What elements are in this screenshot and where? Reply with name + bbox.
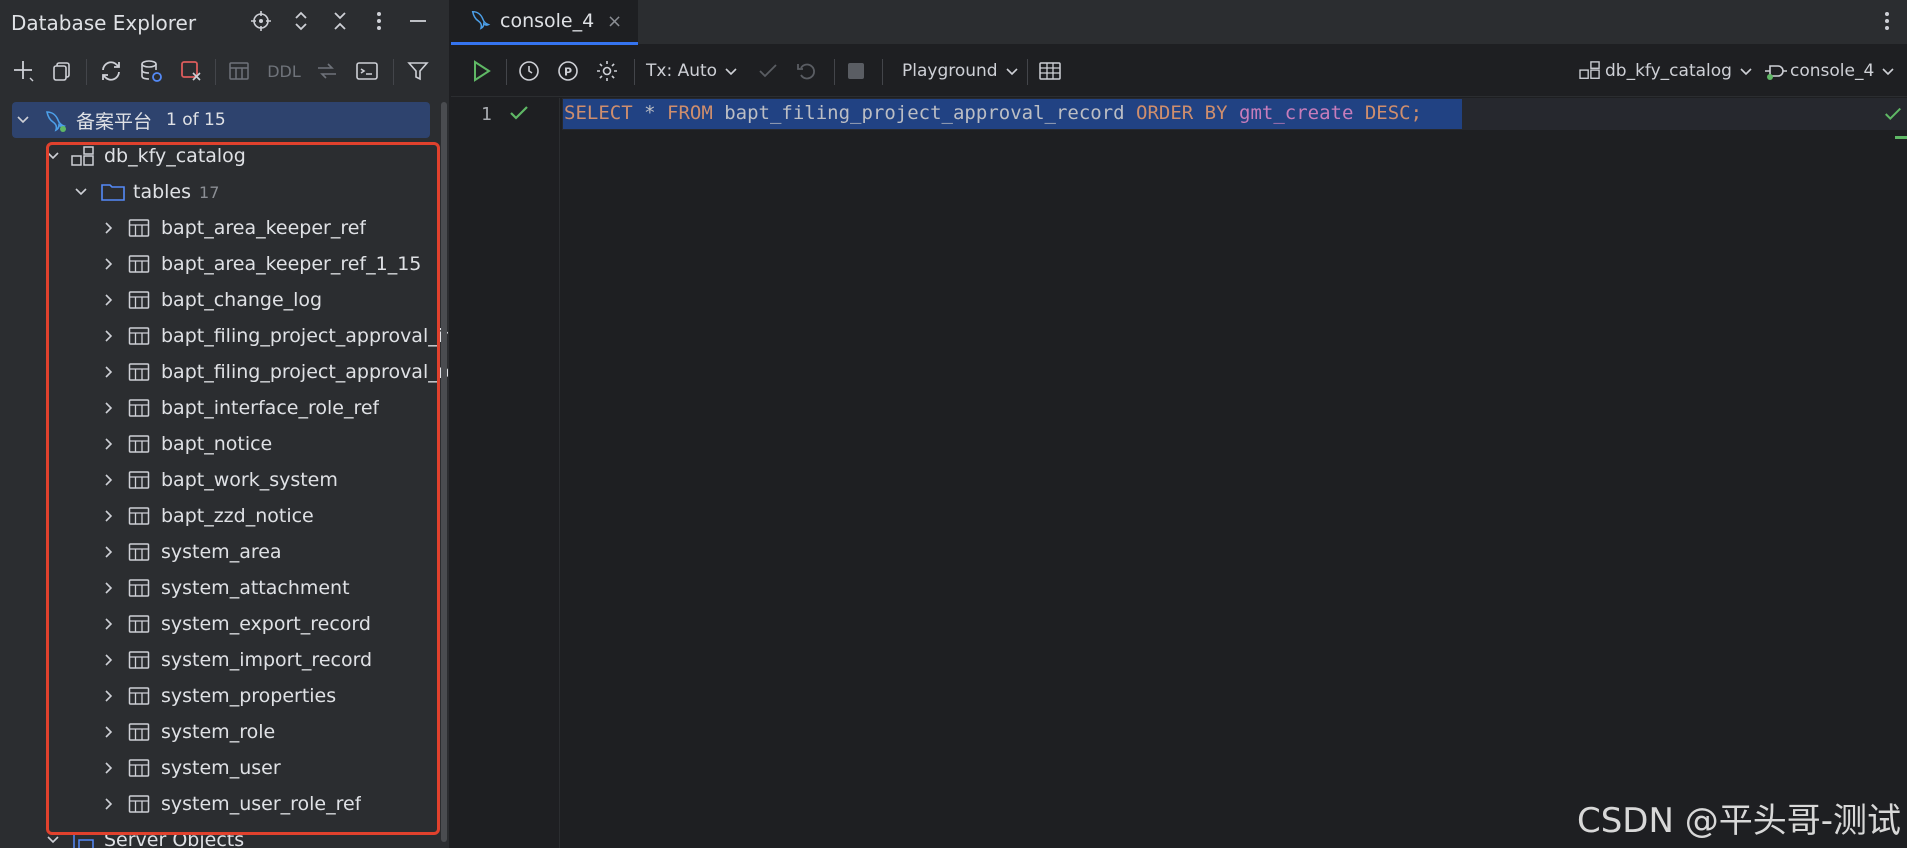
settings-gear-icon[interactable]: [595, 56, 619, 86]
more-options-icon[interactable]: [364, 6, 394, 36]
chevron-down-icon: [1740, 68, 1752, 76]
rollback-icon[interactable]: [796, 56, 818, 86]
collapse-all-icon[interactable]: [325, 6, 355, 36]
tab-label: console_4: [500, 10, 595, 32]
transaction-mode-label: Tx: Auto: [646, 61, 718, 81]
refresh-icon[interactable]: [96, 56, 126, 86]
data-source-badge: 1 of 15: [166, 110, 226, 130]
tree-scrollbar[interactable]: [441, 102, 447, 842]
sql-editor[interactable]: 1 SELECT * FROM bapt_filing_project_appr…: [451, 98, 1907, 848]
copy-icon[interactable]: [47, 56, 77, 86]
results-table-icon[interactable]: [1038, 56, 1062, 86]
locate-icon[interactable]: [246, 6, 276, 36]
sql-keyword-from: FROM: [667, 102, 713, 124]
sql-column-name: gmt_create: [1239, 102, 1354, 124]
schema-label: db_kfy_catalog: [1605, 61, 1732, 81]
sql-table-name: bapt_filing_project_approval_record: [724, 102, 1125, 124]
filter-icon[interactable]: [403, 56, 433, 86]
panel-header: Database Explorer: [0, 0, 449, 45]
inspection-ok-icon: [1883, 104, 1903, 129]
schema-icon: [1579, 61, 1600, 79]
sql-keyword-desc: DESC: [1364, 102, 1411, 124]
more-options-icon[interactable]: [1877, 6, 1897, 36]
expand-all-icon[interactable]: [286, 6, 316, 36]
checkmark-icon: [508, 102, 530, 129]
jump-to-console-icon[interactable]: [352, 56, 382, 86]
transaction-mode-dropdown[interactable]: Tx: Auto: [646, 56, 737, 86]
playground-label: Playground: [902, 61, 998, 81]
editor-panel: console_4 × P Tx: Auto Playground db_kfy…: [451, 0, 1907, 848]
session-label: console_4: [1790, 61, 1875, 81]
sql-star: *: [644, 102, 656, 124]
ddl-button[interactable]: DDL: [264, 56, 304, 86]
chevron-down-icon: [1882, 68, 1894, 76]
minimize-icon[interactable]: [403, 6, 433, 36]
watermark-text: CSDN @平头哥-测试: [1576, 801, 1901, 841]
sql-semicolon: ;: [1410, 102, 1423, 124]
mysql-dolphin-icon: [43, 108, 69, 139]
plug-icon: [1765, 65, 1787, 80]
table-view-icon[interactable]: [224, 56, 254, 86]
line-number: 1: [481, 104, 492, 125]
svg-text:P: P: [564, 66, 572, 79]
explain-plan-icon[interactable]: P: [556, 56, 580, 86]
execute-icon[interactable]: [469, 56, 493, 86]
sql-keyword-select: SELECT: [564, 102, 633, 124]
chevron-down-icon: [1006, 68, 1018, 76]
chevron-down-icon: [725, 68, 737, 76]
playground-dropdown[interactable]: Playground: [902, 56, 1018, 86]
data-source-label: 备案平台: [76, 110, 153, 133]
session-selector[interactable]: console_4: [1764, 56, 1894, 86]
history-icon[interactable]: [517, 56, 541, 86]
tree-item-data-source[interactable]: 备案平台 1 of 15: [12, 102, 430, 138]
editor-tab-bar: console_4 ×: [451, 0, 1907, 45]
panel-title: Database Explorer: [11, 10, 197, 35]
editor-toolbar: P Tx: Auto Playground db_kfy_catalog con…: [451, 45, 1907, 97]
tab-console-4[interactable]: console_4 ×: [451, 0, 638, 45]
sql-statement[interactable]: SELECT * FROM bapt_filing_project_approv…: [564, 102, 1422, 124]
disconnect-icon[interactable]: [176, 56, 206, 86]
sql-keyword-order-by: ORDER BY: [1136, 102, 1228, 124]
data-source-properties-icon[interactable]: [136, 56, 166, 86]
chevron-down-icon[interactable]: [15, 112, 31, 128]
compare-icon[interactable]: [312, 56, 342, 86]
close-icon[interactable]: ×: [607, 11, 622, 32]
stop-icon[interactable]: [845, 56, 867, 86]
scroll-marker: [1895, 136, 1907, 139]
commit-icon[interactable]: [757, 56, 779, 86]
line-gutter: 1: [451, 98, 560, 848]
add-icon[interactable]: [9, 56, 39, 86]
annotation-highlight-box: [46, 142, 440, 835]
schema-selector[interactable]: db_kfy_catalog: [1579, 56, 1752, 86]
explorer-toolbar: DDL: [0, 45, 449, 97]
database-explorer-panel: Database Explorer DDL 备案平台 1 of 15 db_kf…: [0, 0, 450, 848]
mysql-dolphin-icon: [469, 8, 493, 37]
